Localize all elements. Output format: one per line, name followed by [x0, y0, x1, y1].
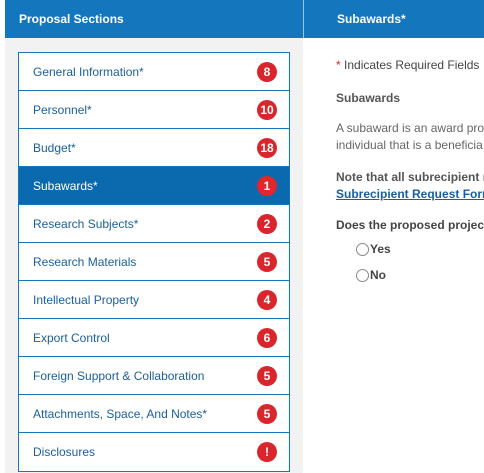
proposal-sections-panel: Proposal Sections General Information* 8…	[5, 0, 303, 473]
section-item-research-materials[interactable]: Research Materials 5	[19, 243, 289, 281]
section-item-attachments[interactable]: Attachments, Space, And Notes* 5	[19, 395, 289, 433]
note-line: Note that all subrecipient r	[336, 170, 484, 184]
section-item-budget[interactable]: Budget* 18	[19, 129, 289, 167]
description-line: A subaward is an award pro	[336, 121, 484, 135]
section-item-disclosures[interactable]: Disclosures !	[19, 433, 289, 471]
section-item-label: Attachments, Space, And Notes*	[33, 406, 208, 421]
section-item-foreign-support[interactable]: Foreign Support & Collaboration 5	[19, 357, 289, 395]
required-fields-text: Indicates Required Fields	[340, 58, 480, 72]
section-item-general-information[interactable]: General Information* 8	[19, 53, 289, 91]
section-item-subawards[interactable]: Subawards* 1	[19, 167, 289, 205]
section-item-label: Disclosures	[33, 445, 96, 459]
option-label: Yes	[370, 242, 391, 256]
section-item-research-subjects[interactable]: Research Subjects* 2	[19, 205, 289, 243]
issue-count-badge: 10	[257, 99, 277, 120]
issue-count-badge: 6	[257, 327, 277, 348]
issue-count-badge: 5	[257, 365, 277, 386]
issue-count-badge: 18	[257, 137, 277, 158]
subawards-subheading: Subawards	[336, 91, 401, 105]
option-label: No	[370, 268, 386, 282]
required-fields-note: * Indicates Required Fields	[336, 58, 479, 72]
option-no[interactable]: No	[356, 268, 386, 282]
issue-count-badge: 5	[257, 251, 277, 272]
section-item-export-control[interactable]: Export Control 6	[19, 319, 289, 357]
issue-count-badge: 4	[257, 289, 277, 310]
proposal-sections-header: Proposal Sections	[5, 0, 303, 38]
section-item-label: Research Materials	[33, 254, 137, 269]
option-yes[interactable]: Yes	[356, 242, 391, 256]
subawards-header: Subawards*	[303, 0, 484, 38]
description-line: individual that is a beneficia	[336, 138, 483, 152]
section-item-label: Research Subjects*	[33, 216, 139, 231]
section-item-label: Export Control	[33, 330, 110, 345]
subrecipient-note: Note that all subrecipient r Subrecipien…	[336, 169, 484, 203]
subawards-panel: Subawards* * Indicates Required Fields S…	[303, 0, 484, 473]
issue-count-badge: 2	[257, 213, 277, 234]
section-item-personnel[interactable]: Personnel* 10	[19, 91, 289, 129]
issue-count-badge: 8	[257, 61, 277, 82]
radio-yes[interactable]	[356, 242, 369, 256]
section-item-label: Personnel*	[33, 102, 92, 117]
section-item-label: Budget*	[33, 140, 76, 155]
section-item-label: Intellectual Property	[33, 292, 140, 307]
section-item-intellectual-property[interactable]: Intellectual Property 4	[19, 281, 289, 319]
section-item-label: Foreign Support & Collaboration	[33, 368, 205, 383]
subaward-description: A subaward is an award pro individual th…	[336, 120, 484, 154]
issue-count-badge: 1	[257, 175, 277, 196]
issue-count-badge: 5	[257, 403, 277, 424]
subrecipient-request-form-link[interactable]: Subrecipient Request Form	[336, 187, 484, 201]
alert-icon: !	[257, 442, 277, 462]
section-list: General Information* 8 Personnel* 10 Bud…	[18, 52, 290, 472]
section-item-label: Subawards*	[33, 178, 98, 193]
radio-no[interactable]	[356, 268, 369, 282]
section-item-label: General Information*	[33, 64, 144, 79]
subaward-question: Does the proposed project	[336, 218, 484, 232]
